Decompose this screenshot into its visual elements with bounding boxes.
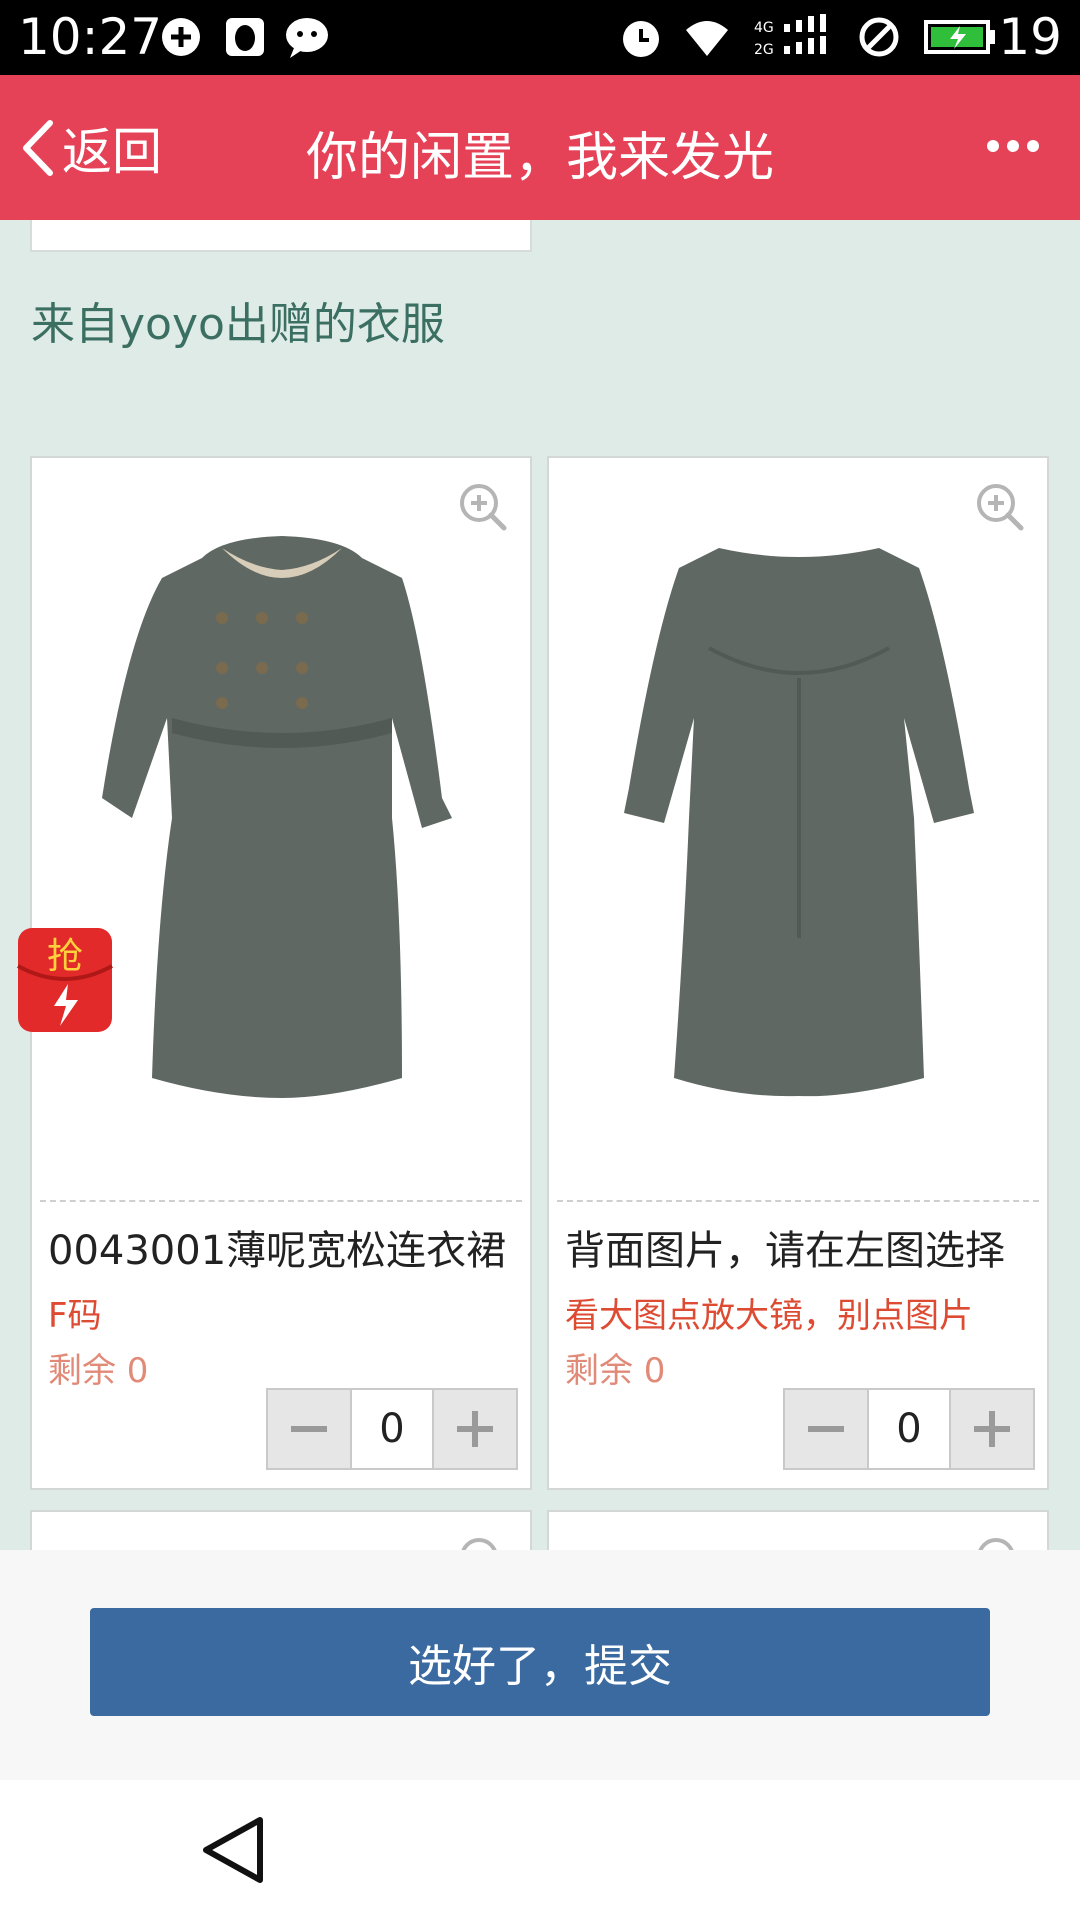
decrement-button[interactable] xyxy=(268,1390,350,1468)
product-note: 看大图点放大镜，别点图片 xyxy=(565,1296,973,1336)
product-list-area[interactable]: 来自yoyo出赠的衣服 0043001薄呢宽松连衣裙 F码 剩余 0 0 背面图… xyxy=(0,220,1080,1550)
wifi-icon xyxy=(686,21,728,56)
dress-back-image[interactable] xyxy=(589,518,1009,1118)
minus-icon xyxy=(291,1426,327,1432)
no-disturb-icon xyxy=(859,17,899,57)
alarm-icon xyxy=(623,21,659,57)
product-card: 背面图片，请在左图选择 看大图点放大镜，别点图片 剩余 0 0 xyxy=(547,456,1049,1490)
quantity-stepper: 0 xyxy=(266,1388,518,1470)
product-remaining: 剩余 0 xyxy=(48,1351,149,1391)
product-card xyxy=(547,1510,1049,1550)
product-size: F码 xyxy=(48,1296,102,1336)
svg-text:4G: 4G xyxy=(754,20,774,36)
divider xyxy=(557,1200,1039,1202)
submit-button[interactable]: 选好了，提交 xyxy=(90,1608,990,1716)
quantity-input[interactable]: 0 xyxy=(350,1390,434,1468)
product-name: 0043001薄呢宽松连衣裙 xyxy=(48,1228,507,1274)
product-card xyxy=(30,1510,532,1550)
qq-icon xyxy=(226,18,264,56)
zoom-in-icon[interactable] xyxy=(458,1536,508,1550)
signal-4g-2g-icon: 4G 2G xyxy=(754,14,826,58)
product-remaining: 剩余 0 xyxy=(565,1351,666,1391)
grab-badge[interactable]: 抢 xyxy=(16,926,114,1034)
decrement-button[interactable] xyxy=(785,1390,867,1468)
quantity-input[interactable]: 0 xyxy=(867,1390,951,1468)
section-title: 来自yoyo出赠的衣服 xyxy=(31,299,445,350)
increment-button[interactable] xyxy=(434,1390,516,1468)
increment-button[interactable] xyxy=(951,1390,1033,1468)
nav-back-icon[interactable] xyxy=(200,1814,266,1886)
status-time: 10:27 xyxy=(18,8,163,66)
battery-level: 19 xyxy=(998,8,1062,66)
action-bar: 选好了，提交 xyxy=(0,1550,1080,1780)
plus-icon xyxy=(457,1411,493,1447)
plus-icon xyxy=(974,1411,1010,1447)
chat-bubble-icon xyxy=(286,18,328,58)
divider xyxy=(40,1200,522,1202)
battery-charging-icon xyxy=(924,20,995,54)
minus-icon xyxy=(808,1426,844,1432)
quantity-stepper: 0 xyxy=(783,1388,1035,1470)
status-bar: 10:27 4G 2G 19 xyxy=(0,0,1080,75)
product-name: 背面图片，请在左图选择 xyxy=(565,1228,1005,1274)
badge-text: 抢 xyxy=(47,936,83,977)
red-packet-icon: 抢 xyxy=(17,928,113,1032)
more-dots-icon[interactable] xyxy=(986,135,1040,157)
dress-front-image[interactable] xyxy=(72,518,492,1118)
page-title: 你的闲置，我来发光 xyxy=(305,128,774,188)
system-nav-bar xyxy=(0,1780,1080,1920)
sync-icon xyxy=(162,18,200,56)
previous-card-edge xyxy=(30,220,532,252)
svg-text:2G: 2G xyxy=(754,42,774,58)
zoom-in-icon[interactable] xyxy=(975,1536,1025,1550)
app-header: 返回 你的闲置，我来发光 xyxy=(0,75,1080,220)
